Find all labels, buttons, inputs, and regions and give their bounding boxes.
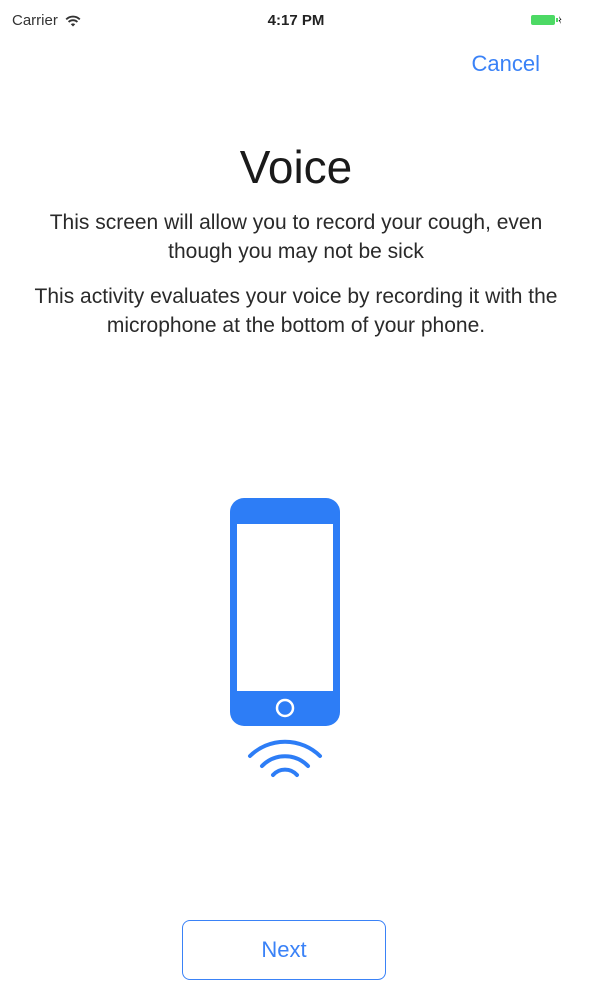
- next-button[interactable]: Next: [182, 920, 386, 980]
- cancel-button[interactable]: Cancel: [472, 51, 540, 77]
- description-paragraph-1: This screen will allow you to record you…: [49, 211, 543, 263]
- status-time: 4:17 PM: [267, 12, 325, 29]
- page-title: Voice: [239, 141, 353, 193]
- battery-icon: [531, 15, 562, 25]
- status-bar: Carrier 4:17 PM: [0, 0, 592, 40]
- description-paragraph-2: This activity evaluates your voice by re…: [34, 285, 558, 337]
- phone-with-sound-waves-icon: [230, 498, 340, 777]
